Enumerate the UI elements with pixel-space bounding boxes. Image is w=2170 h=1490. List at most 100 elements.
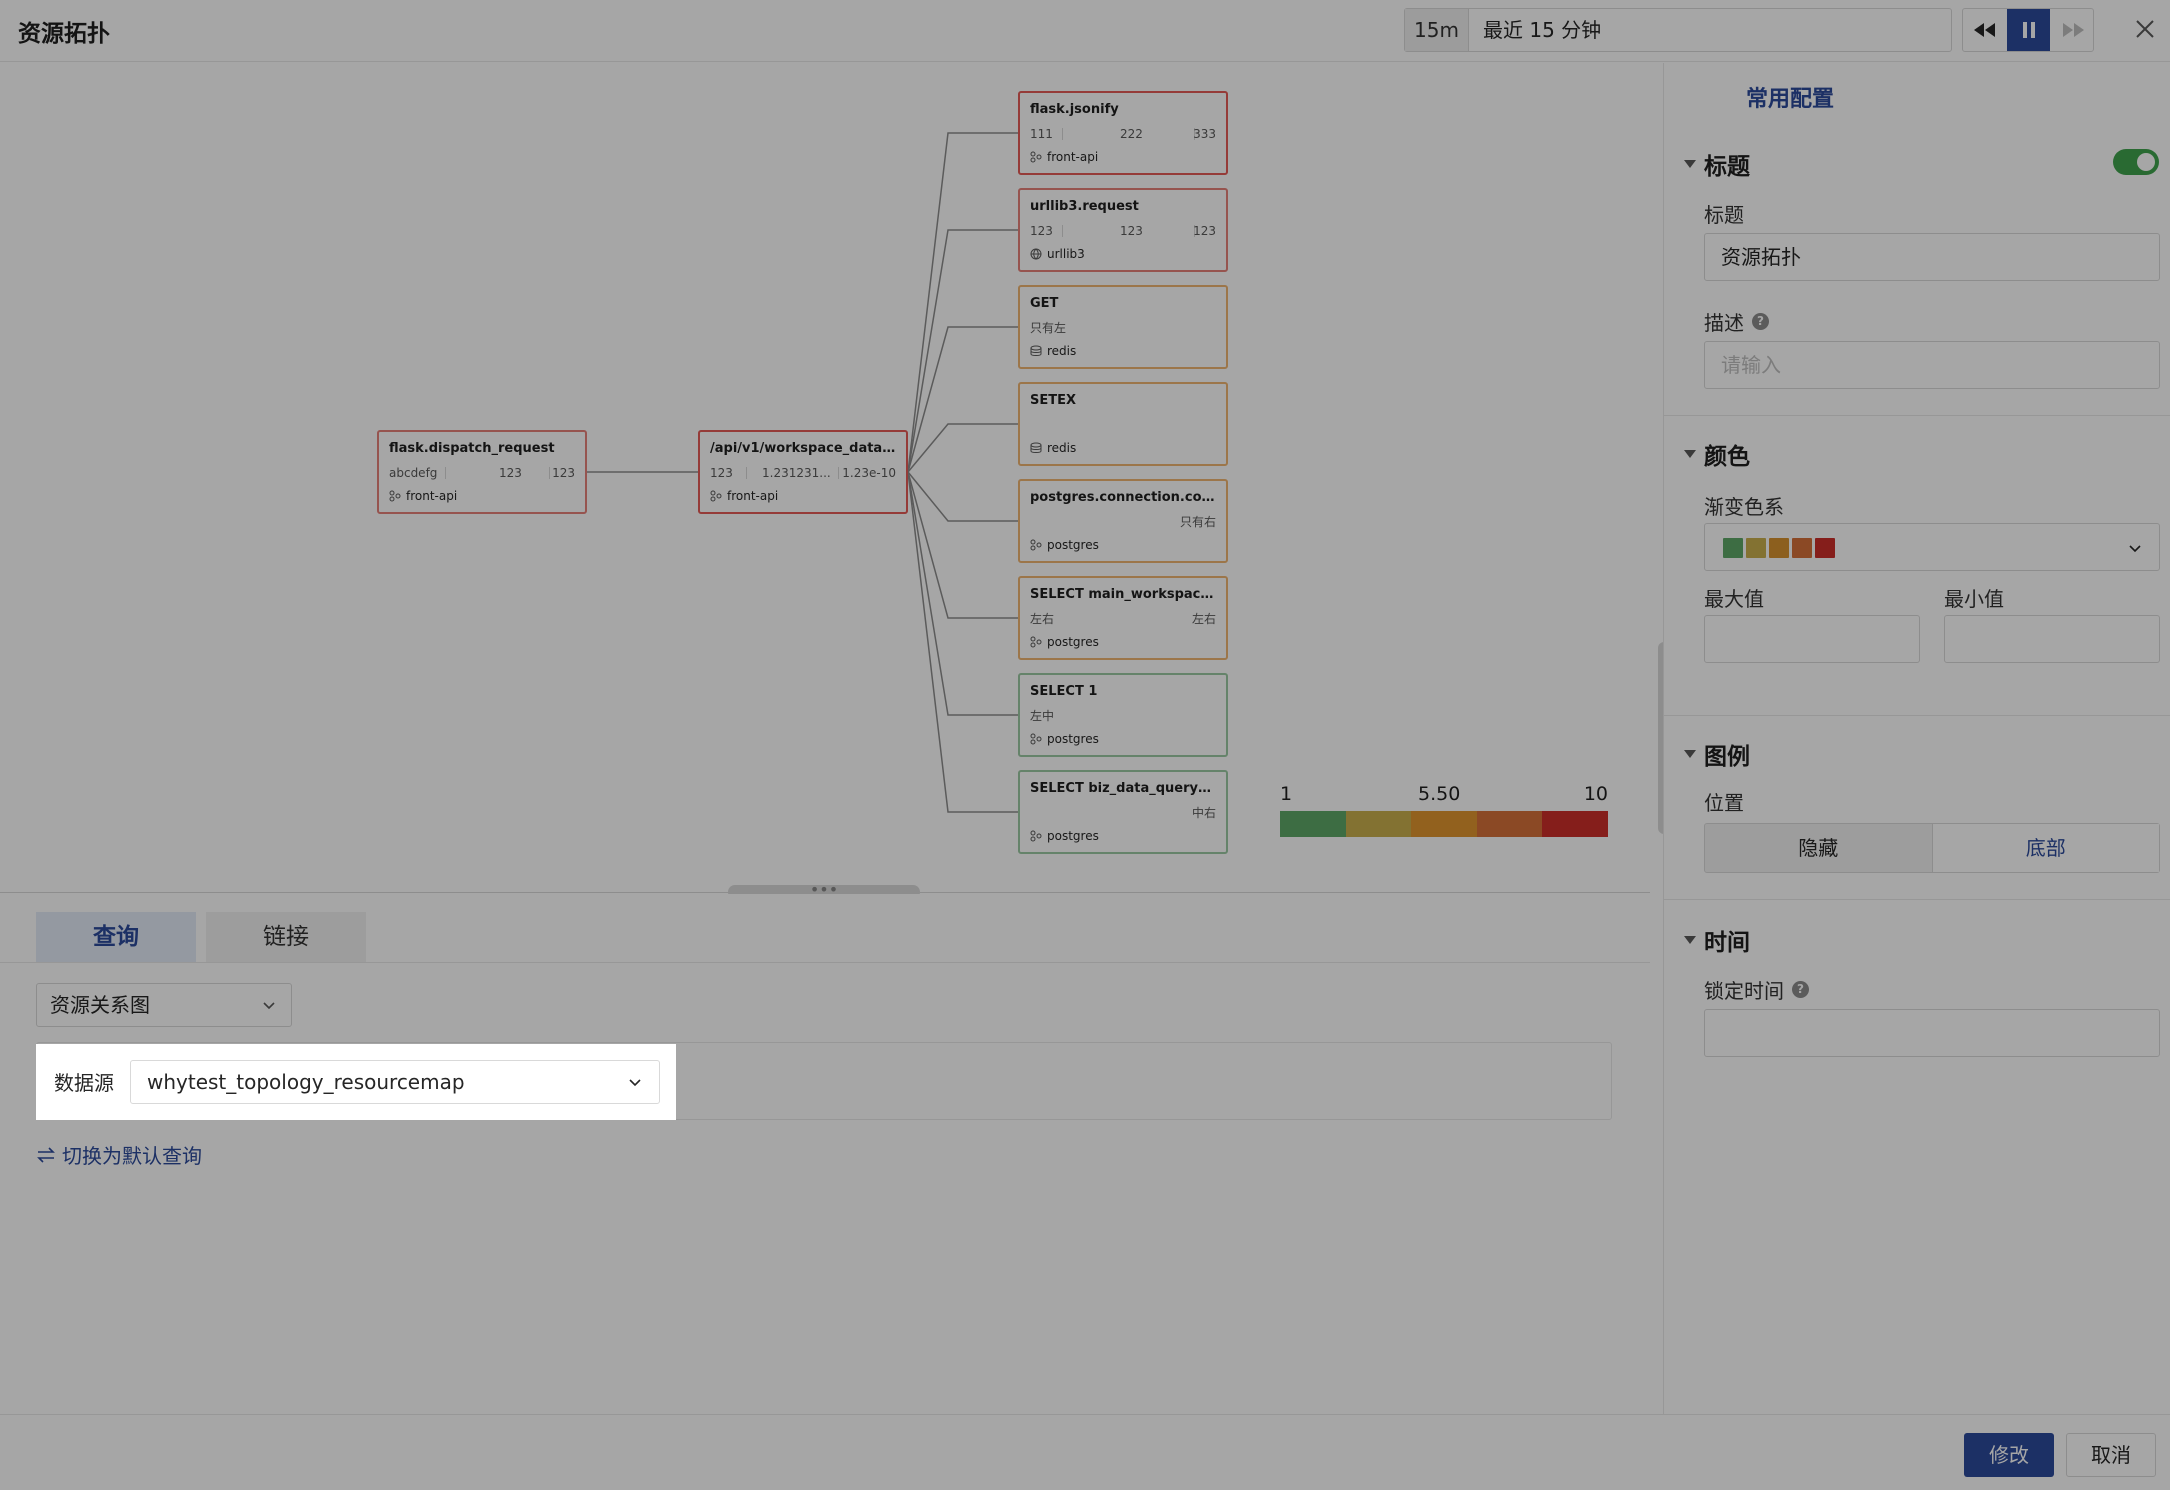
topology-edge [907,326,1018,473]
node-service-label: postgres [1047,732,1099,746]
query-area: 查询 链接 资源关系图 切换为默认查询 [0,894,1662,1414]
rewind-icon [1973,23,1995,37]
topology-edge [907,471,1018,813]
query-tabs: 查询 链接 [36,912,366,962]
section-legend-header[interactable]: 图例 [1684,737,1750,771]
node-service: postgres [1030,535,1216,555]
time-range-short[interactable]: 15m [1405,9,1469,51]
node-service-label: redis [1047,344,1077,358]
legend-option-hide[interactable]: 隐藏 [1705,824,1932,872]
section-divider [1664,899,2170,900]
node-service-label: front-api [1047,150,1099,164]
node-service: urllib3 [1030,244,1216,264]
section-title-header[interactable]: 标题 [1684,147,1750,181]
topology-edge [907,471,1018,716]
query-type-select[interactable]: 资源关系图 [36,983,292,1027]
section-time-header[interactable]: 时间 [1684,923,1750,957]
pause-button[interactable] [2007,9,2050,51]
node-metrics: 中右 [1030,802,1216,824]
min-value-input[interactable] [1944,615,2160,663]
section-color-header[interactable]: 颜色 [1684,437,1750,471]
topology-node-child[interactable]: SELECT 1 左中 postgres [1018,673,1228,757]
database-icon [1030,345,1042,356]
topology-node-child[interactable]: flask.jsonify 111 222 333 front-api [1018,91,1228,175]
tab-link[interactable]: 链接 [206,912,366,962]
topology-edge [907,471,1018,522]
gradient-select[interactable] [1704,523,2160,571]
topology-canvas[interactable]: flask.dispatch_request abcdefg 123 123 f… [0,63,1650,893]
switch-default-query-link[interactable]: 切换为默认查询 [36,1140,202,1169]
node-metric-middle: 123 [1120,224,1143,238]
topology-node-child[interactable]: GET 只有左 redis [1018,285,1228,369]
title-input[interactable]: 资源拓扑 [1704,233,2160,281]
tab-query[interactable]: 查询 [36,912,196,962]
close-button[interactable] [2130,12,2160,46]
topology-node-child[interactable]: postgres.connection.commit 只有右 postgres [1018,479,1228,563]
service-icon [1030,733,1042,745]
service-icon [389,490,401,502]
cancel-button[interactable]: 取消 [2066,1433,2156,1477]
topology-node-middle[interactable]: /api/v1/workspace_data/dql_q... 123 1.23… [698,430,908,514]
datasource-highlight: 数据源 whytest_topology_resourcemap [36,1044,676,1120]
datasource-value: whytest_topology_resourcemap [147,1070,465,1094]
node-title: GET [1030,296,1059,311]
desc-input[interactable]: 请输入 [1704,341,2160,389]
section-legend-label: 图例 [1704,744,1750,770]
service-icon [710,490,722,502]
node-metric-right: 中右 [1191,806,1216,820]
topology-node-child[interactable]: SETEX redis [1018,382,1228,466]
legend-position-label: 位置 [1704,791,1744,815]
node-service: postgres [1030,826,1216,846]
swap-icon [37,1146,55,1163]
forward-button[interactable] [2051,9,2094,51]
caret-down-icon [1684,750,1696,758]
service-icon [1030,151,1042,163]
panel-heading[interactable]: 常用配置 [1746,81,1834,113]
title-toggle[interactable] [2113,149,2159,175]
section-divider [1664,415,2170,416]
node-title: SELECT 1 [1030,684,1098,699]
legend-option-bottom[interactable]: 底部 [1931,824,2159,872]
topology-node-root[interactable]: flask.dispatch_request abcdefg 123 123 f… [377,430,587,514]
legend-color-step [1280,811,1346,837]
node-metrics: 只有左 [1030,317,1216,339]
section-divider [1664,715,2170,716]
max-value-input[interactable] [1704,615,1920,663]
gradient-swatches [1723,538,1835,558]
gradient-swatch [1792,538,1812,558]
node-metrics: 123 123 123 [1030,220,1216,242]
node-metrics: 123 1.231231... 1.23e-10 [710,462,896,484]
help-icon[interactable]: ? [1752,313,1769,330]
topology-node-child[interactable]: urllib3.request 123 123 123 urllib3 [1018,188,1228,272]
globe-icon [1030,248,1042,260]
help-icon[interactable]: ? [1792,981,1809,998]
datasource-select[interactable]: whytest_topology_resourcemap [130,1060,660,1104]
node-metric-middle: 1.231231... [762,466,831,480]
node-metric-left: 111 [1030,127,1053,141]
time-range-picker[interactable]: 15m 最近 15 分钟 [1404,8,1952,52]
color-scale-legend: 1 5.50 10 [1280,783,1608,837]
node-metrics: 111 222 333 [1030,123,1216,145]
legend-color-step [1411,811,1477,837]
gradient-swatch [1815,538,1835,558]
lock-time-input[interactable] [1704,1009,2160,1057]
section-title-label: 标题 [1704,154,1750,180]
node-metric-left: 左右 [1030,612,1055,626]
datasource-label: 数据源 [54,1071,114,1095]
legend-min-label: 1 [1280,783,1293,805]
time-range-label[interactable]: 最近 15 分钟 [1483,9,1601,51]
node-service: front-api [389,486,575,506]
topology-edge [907,229,1018,473]
node-metric-right: 左右 [1191,612,1216,626]
gradient-swatch [1723,538,1743,558]
node-service-label: postgres [1047,635,1099,649]
confirm-button[interactable]: 修改 [1964,1433,2054,1477]
gradient-swatch [1746,538,1766,558]
fast-forward-icon [2062,23,2084,37]
close-icon [2136,20,2154,38]
topology-node-child[interactable]: SELECT biz_data_query_rule.n... 中右 postgre… [1018,770,1228,854]
topology-node-child[interactable]: SELECT main_workspace_gra... 左右 左右 postgres [1018,576,1228,660]
legend-gradient-bar [1280,811,1608,837]
rewind-button[interactable] [1963,9,2006,51]
node-service-label: redis [1047,441,1077,455]
